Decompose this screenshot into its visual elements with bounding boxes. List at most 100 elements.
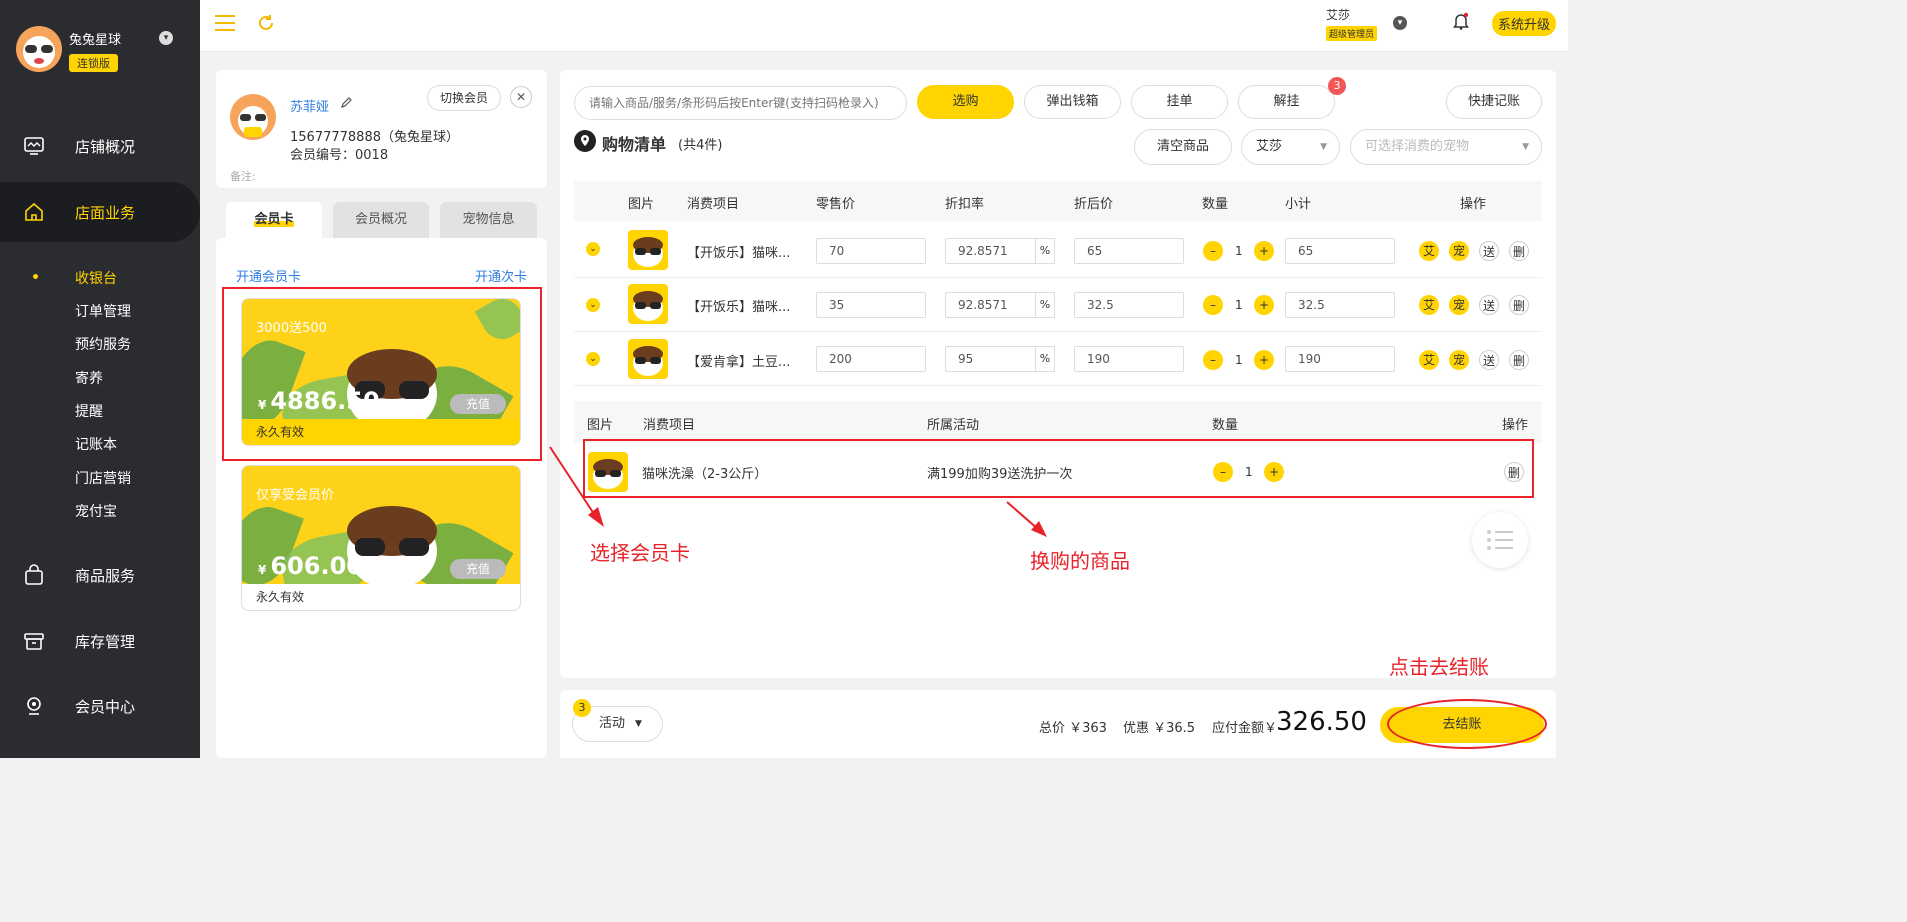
- discounted-price-input[interactable]: 190: [1074, 346, 1184, 372]
- clear-goods-button[interactable]: 清空商品: [1134, 129, 1232, 165]
- tab-member-card[interactable]: 会员卡: [226, 202, 322, 238]
- edit-icon[interactable]: [340, 97, 352, 109]
- sub-boarding[interactable]: 寄养: [75, 368, 103, 388]
- search-input[interactable]: [574, 86, 907, 120]
- pet-op-button[interactable]: 宠: [1449, 350, 1469, 370]
- user-name: 艾莎: [1326, 8, 1351, 22]
- member-phone: 15677778888（兔兔星球）: [290, 130, 459, 145]
- staff-op-button[interactable]: 艾: [1419, 241, 1439, 261]
- upgrade-button[interactable]: 系统升级: [1492, 11, 1557, 36]
- switch-member-button[interactable]: 切换会员: [427, 85, 501, 111]
- quick-account-button[interactable]: 快捷记账: [1446, 85, 1542, 119]
- home-icon: [25, 202, 43, 221]
- pet-select[interactable]: 可选择消费的宠物 ▼: [1350, 129, 1542, 165]
- increase-button[interactable]: +: [1254, 241, 1274, 261]
- decrease-button[interactable]: –: [1203, 295, 1223, 315]
- pet-op-button[interactable]: 宠: [1449, 295, 1469, 315]
- col-header: 所属活动: [927, 418, 980, 433]
- list-icon: [1487, 530, 1513, 550]
- discounted-price-input[interactable]: 32.5: [1074, 292, 1184, 318]
- table-row: ⌄ 【开饭乐】猫咪... 70 92.8571 % 65 – 1 + 65 艾 …: [574, 224, 1542, 278]
- refresh-icon[interactable]: [256, 13, 276, 33]
- nav-store-overview[interactable]: 店铺概况: [0, 116, 200, 176]
- sub-reminders[interactable]: 提醒: [75, 401, 103, 421]
- col-header: 消费项目: [687, 197, 740, 212]
- discount-rate-input[interactable]: 92.8571: [945, 238, 1036, 264]
- expand-icon[interactable]: ⌄: [586, 242, 600, 256]
- sub-ledger[interactable]: 记账本: [75, 434, 117, 454]
- nav-goods-service[interactable]: 商品服务: [0, 545, 200, 605]
- list-menu-button[interactable]: [1472, 512, 1528, 568]
- staff-op-button[interactable]: 艾: [1419, 350, 1439, 370]
- hang-order-button[interactable]: 挂单: [1131, 85, 1228, 119]
- user-dropdown-icon[interactable]: ▾: [1393, 16, 1407, 30]
- delete-op-button[interactable]: 删: [1509, 295, 1529, 315]
- staff-op-button[interactable]: 艾: [1419, 295, 1439, 315]
- retail-price-input[interactable]: 35: [816, 292, 926, 318]
- arrow-icon: [1006, 501, 1047, 537]
- sub-orders[interactable]: 订单管理: [75, 301, 131, 321]
- cash-drawer-button[interactable]: 弹出钱箱: [1024, 85, 1121, 119]
- col-header: 零售价: [816, 197, 856, 212]
- bell-icon[interactable]: [1453, 12, 1469, 30]
- payable-label: 应付金额￥: [1212, 721, 1278, 736]
- pet-placeholder: 可选择消费的宠物: [1365, 139, 1470, 154]
- nav-member-center[interactable]: 会员中心: [0, 676, 200, 736]
- subtotal-input[interactable]: 65: [1285, 238, 1395, 264]
- select-button[interactable]: 选购: [917, 85, 1014, 119]
- table-row: ⌄ 【开饭乐】猫咪... 35 92.8571 % 32.5 – 1 + 32.…: [574, 278, 1542, 332]
- delete-op-button[interactable]: 删: [1509, 241, 1529, 261]
- decrease-button[interactable]: –: [1203, 241, 1223, 261]
- menu-icon[interactable]: [214, 14, 236, 32]
- col-header: 操作: [1460, 197, 1487, 212]
- staff-select[interactable]: 艾莎 ▼: [1241, 129, 1340, 165]
- gift-op-button[interactable]: 送: [1479, 295, 1499, 315]
- col-header: 消费项目: [643, 418, 696, 433]
- open-times-card-link[interactable]: 开通次卡: [475, 266, 527, 285]
- sidebar: 兔兔星球 连锁版 ▾ 店铺概况 店面业务 收银台 订单管理 预约服务 寄养 提醒…: [0, 0, 200, 758]
- percent-label: %: [1035, 292, 1055, 318]
- gift-op-button[interactable]: 送: [1479, 241, 1499, 261]
- chevron-down-icon[interactable]: ▾: [159, 31, 173, 45]
- percent-label: %: [1035, 346, 1055, 372]
- exchange-table-header: 图片 消费项目 所属活动 数量 操作: [574, 401, 1542, 443]
- retail-price-input[interactable]: 200: [816, 346, 926, 372]
- nav-inventory[interactable]: 库存管理: [0, 611, 200, 671]
- card-balance: ¥606.00: [258, 552, 363, 580]
- increase-button[interactable]: +: [1254, 295, 1274, 315]
- gift-op-button[interactable]: 送: [1479, 350, 1499, 370]
- sub-appointments[interactable]: 预约服务: [75, 334, 131, 354]
- increase-button[interactable]: +: [1254, 350, 1274, 370]
- discount-rate-input[interactable]: 95: [945, 346, 1036, 372]
- discount-rate-input[interactable]: 92.8571: [945, 292, 1036, 318]
- caret-down-icon: ▼: [635, 719, 642, 729]
- tab-pet-info[interactable]: 宠物信息: [440, 202, 537, 238]
- discounted-price-input[interactable]: 65: [1074, 238, 1184, 264]
- tab-member-overview[interactable]: 会员概况: [333, 202, 429, 238]
- member-info: 苏菲娅 切换会员 ✕ 15677778888（兔兔星球） 会员编号：0018 备…: [216, 70, 547, 188]
- pet-op-button[interactable]: 宠: [1449, 241, 1469, 261]
- sub-petpay[interactable]: 宠付宝: [75, 501, 117, 521]
- location-icon: [574, 130, 596, 152]
- nav-store-business[interactable]: 店面业务: [0, 182, 200, 242]
- member-card[interactable]: 仅享受会员价 ¥606.00 充值 永久有效: [241, 465, 521, 611]
- close-icon[interactable]: ✕: [510, 86, 532, 108]
- delete-op-button[interactable]: 删: [1509, 350, 1529, 370]
- retail-price-input[interactable]: 70: [816, 238, 926, 264]
- sub-marketing[interactable]: 门店营销: [75, 468, 131, 488]
- expand-icon[interactable]: ⌄: [586, 298, 600, 312]
- expand-icon[interactable]: ⌄: [586, 352, 600, 366]
- highlight-box: [583, 439, 1534, 498]
- unhang-order-button[interactable]: 解挂: [1238, 85, 1335, 119]
- subtotal-input[interactable]: 190: [1285, 346, 1395, 372]
- unhang-count-badge: 3: [1328, 77, 1346, 95]
- decrease-button[interactable]: –: [1203, 350, 1223, 370]
- store-brand[interactable]: 兔兔星球 连锁版 ▾: [16, 26, 196, 76]
- sub-cashier[interactable]: 收银台: [75, 268, 117, 288]
- open-member-card-link[interactable]: 开通会员卡: [236, 266, 301, 285]
- quantity-value: 1: [1235, 298, 1243, 312]
- member-name[interactable]: 苏菲娅: [290, 96, 329, 115]
- recharge-button[interactable]: 充值: [450, 559, 506, 579]
- table-row: ⌄ 【爱肯拿】土豆... 200 95 % 190 – 1 + 190 艾 宠 …: [574, 332, 1542, 386]
- subtotal-input[interactable]: 32.5: [1285, 292, 1395, 318]
